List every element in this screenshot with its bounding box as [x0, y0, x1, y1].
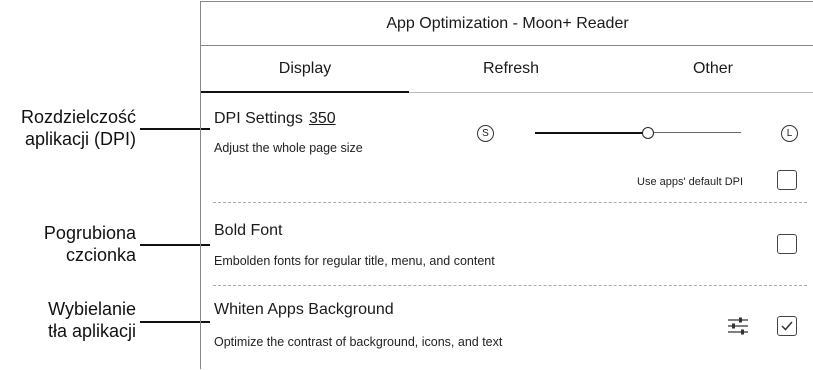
dpi-small-icon[interactable]: S: [477, 125, 494, 142]
annotation-bold: Pogrubiona czcionka: [6, 222, 136, 266]
section-divider: [213, 202, 807, 203]
annotation-dpi: Rozdzielczość aplikacji (DPI): [6, 106, 136, 150]
dpi-settings-subtitle: Adjust the whole page size: [214, 141, 363, 155]
default-dpi-label: Use apps' default DPI: [637, 176, 744, 188]
whiten-title: Whiten Apps Background: [214, 301, 394, 318]
annotation-dpi-line1: Rozdzielczość: [20, 107, 136, 127]
dpi-settings-label: DPI Settings: [214, 110, 303, 127]
annotation-whiten-line2: tła aplikacji: [47, 321, 136, 341]
whiten-subtitle: Optimize the contrast of background, ico…: [214, 335, 503, 349]
app-optimization-dialog: App Optimization - Moon+ Reader Display …: [200, 1, 813, 369]
checkmark-icon: [781, 321, 793, 331]
tab-display[interactable]: Display: [201, 60, 409, 78]
bold-font-title: Bold Font: [214, 222, 283, 239]
dialog-title: App Optimization - Moon+ Reader: [201, 2, 813, 46]
annotation-bold-line1: Pogrubiona: [43, 223, 136, 243]
annotation-whiten-line1: Wybielanie: [48, 299, 136, 319]
whiten-checkbox[interactable]: [777, 316, 797, 336]
dpi-slider-filled: [535, 132, 648, 134]
bold-font-checkbox[interactable]: [777, 234, 797, 254]
tab-display-indicator: [201, 91, 409, 93]
dpi-slider-track: [648, 132, 741, 133]
dpi-large-icon[interactable]: L: [781, 125, 798, 142]
sliders-icon[interactable]: [727, 316, 749, 336]
annotation-dpi-line2: aplikacji (DPI): [24, 129, 136, 149]
bold-font-subtitle: Embolden fonts for regular title, menu, …: [214, 254, 495, 268]
default-dpi-checkbox[interactable]: [777, 170, 797, 190]
dpi-value: 350: [308, 110, 336, 127]
tab-refresh[interactable]: Refresh: [409, 60, 613, 78]
dpi-slider-thumb[interactable]: [642, 127, 654, 139]
dpi-settings-title: DPI Settings 350: [214, 110, 336, 128]
annotation-bold-line2: czcionka: [65, 245, 136, 265]
dpi-slider[interactable]: [535, 126, 741, 140]
section-divider: [213, 285, 807, 286]
tab-other[interactable]: Other: [613, 60, 813, 78]
annotation-whiten: Wybielanie tła aplikacji: [6, 298, 136, 342]
